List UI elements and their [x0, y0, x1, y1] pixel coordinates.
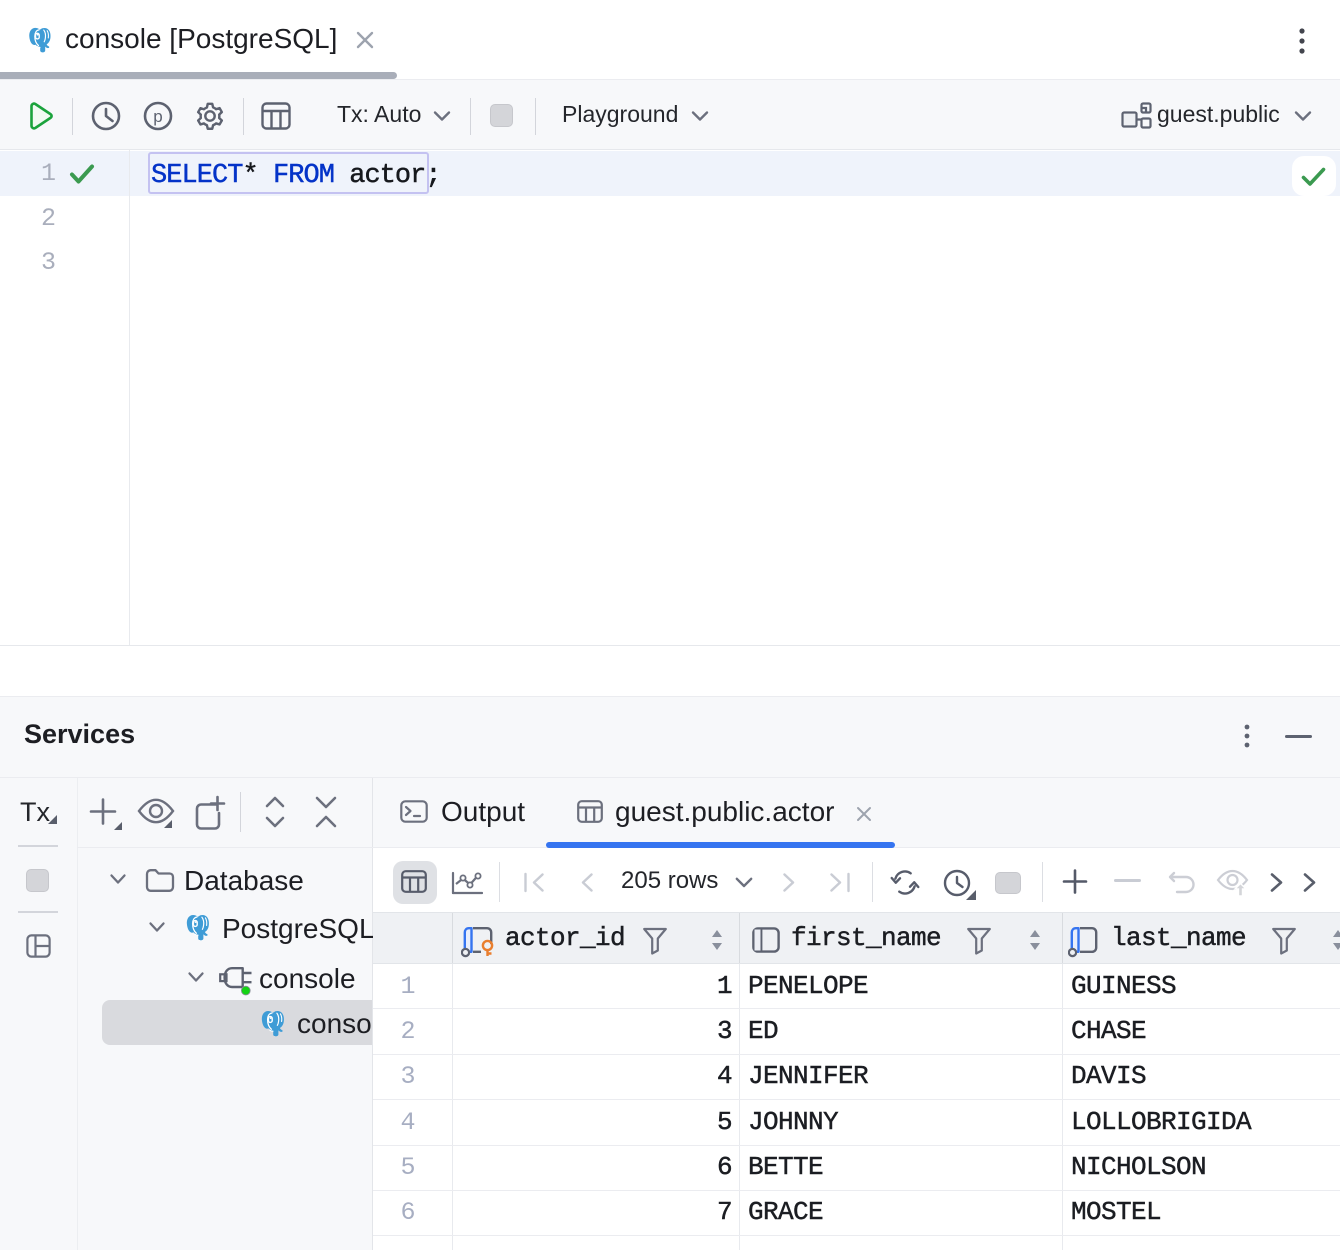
svg-text:p: p	[153, 107, 162, 126]
